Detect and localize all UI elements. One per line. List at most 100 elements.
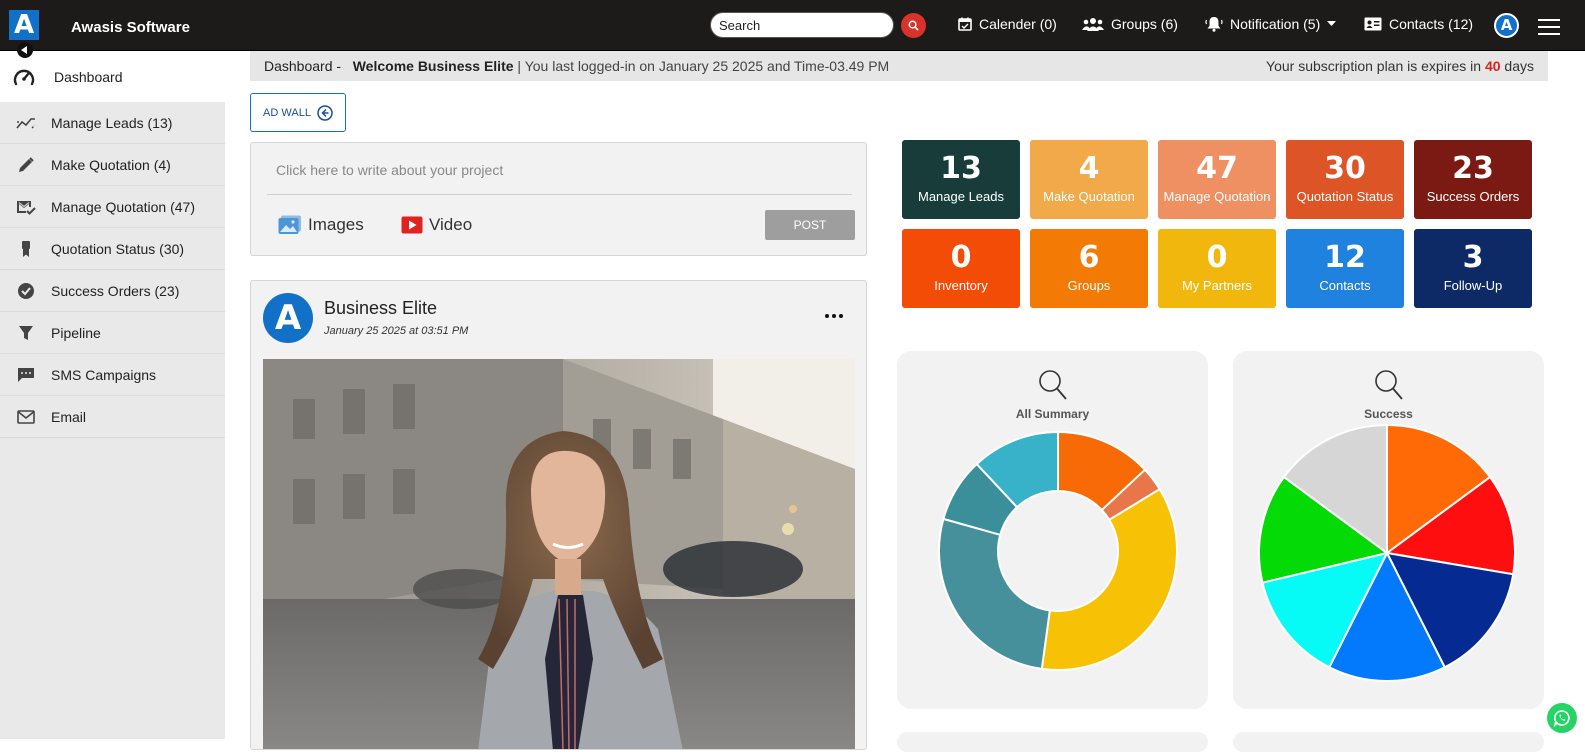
pie-slice[interactable]: [938, 517, 1051, 671]
search-input[interactable]: [719, 13, 889, 37]
tile-value: 0: [950, 240, 972, 275]
top-navbar: A Awasis Software Calender (0) Groups (6: [0, 0, 1585, 51]
search-icon: [908, 20, 919, 31]
sidebar: Dashboard Manage Leads (13) Make Quotati…: [0, 51, 225, 739]
tile-label: My Partners: [1181, 278, 1253, 293]
app-logo[interactable]: A: [9, 10, 39, 40]
tile-value: 30: [1324, 151, 1366, 186]
post-image[interactable]: [263, 359, 855, 749]
users-icon: [1082, 18, 1104, 31]
tile-label: Quotation Status: [1296, 189, 1394, 204]
check-circle-icon: [16, 281, 36, 301]
caret-down-icon: [1327, 21, 1337, 26]
add-images-button[interactable]: Images: [278, 215, 364, 235]
subscription-days: 40: [1484, 58, 1501, 74]
breadcrumb-section: Dashboard -: [264, 58, 342, 74]
tile-value: 47: [1196, 151, 1238, 186]
tile-manage-quotation[interactable]: 47 Manage Quotation: [1158, 140, 1276, 219]
user-avatar[interactable]: A: [1494, 13, 1519, 38]
ad-wall-label: AD WALL: [263, 106, 311, 119]
sidebar-item-manage-leads[interactable]: Manage Leads (13): [0, 102, 225, 144]
tile-label: Make Quotation: [1043, 189, 1135, 204]
nav-groups-label: Groups (6): [1111, 16, 1178, 32]
tile-follow-up[interactable]: 3 Follow-Up: [1414, 229, 1532, 308]
success-chart[interactable]: [1233, 351, 1544, 709]
post-button[interactable]: POST: [765, 210, 855, 240]
video-icon: [401, 216, 423, 234]
nav-notification[interactable]: Notification (5): [1205, 16, 1337, 32]
nav-calendar[interactable]: Calender (0): [958, 16, 1057, 32]
sidebar-item-pipeline[interactable]: Pipeline: [0, 312, 225, 354]
tile-contacts[interactable]: 12 Contacts: [1286, 229, 1404, 308]
tile-label: Manage Quotation: [1163, 189, 1271, 204]
video-label: Video: [429, 215, 473, 234]
tile-label: Follow-Up: [1443, 278, 1503, 293]
sidebar-item-label: Make Quotation (4): [51, 156, 171, 173]
sidebar-item-label: Quotation Status (30): [51, 240, 185, 257]
tile-groups[interactable]: 6 Groups: [1030, 229, 1148, 308]
ad-wall-button[interactable]: AD WALL: [250, 93, 346, 132]
tile-success-orders[interactable]: 23 Success Orders: [1414, 140, 1532, 219]
sidebar-item-label: Manage Leads (13): [51, 114, 173, 131]
sidebar-item-label: Email: [51, 408, 87, 425]
chat-icon: [16, 365, 36, 385]
nav-contacts-label: Contacts (12): [1389, 16, 1474, 32]
sidebar-item-label: Pipeline: [51, 324, 101, 341]
sidebar-item-label: SMS Campaigns: [51, 366, 157, 383]
tile-value: 23: [1452, 151, 1494, 186]
sidebar-item-label: Success Orders (23): [51, 282, 180, 299]
sidebar-item-manage-quotation[interactable]: Manage Quotation (47): [0, 186, 225, 228]
bell-icon: [1205, 17, 1223, 32]
tile-label: Manage Leads: [917, 189, 1004, 204]
calendar-icon: [958, 17, 972, 31]
images-icon: [278, 215, 301, 234]
tile-label: Success Orders: [1426, 189, 1520, 204]
sidebar-item-email[interactable]: Email: [0, 396, 225, 438]
nav-notification-label: Notification (5): [1230, 16, 1321, 32]
tile-value: 3: [1462, 240, 1484, 275]
post-date: January 25 2025 at 03:51 PM: [324, 325, 469, 337]
tile-value: 13: [940, 151, 982, 186]
sidebar-item-success-orders[interactable]: Success Orders (23): [0, 270, 225, 312]
pencil-icon: [16, 155, 36, 175]
sidebar-item-dashboard[interactable]: Dashboard: [0, 51, 225, 102]
sidebar-item-sms-campaigns[interactable]: SMS Campaigns: [0, 354, 225, 396]
award-icon: [16, 239, 36, 259]
envelope-icon: [16, 407, 36, 427]
whatsapp-chat-button[interactable]: [1547, 703, 1577, 733]
search-button[interactable]: [901, 13, 926, 38]
sidebar-item-label: Dashboard: [54, 68, 123, 85]
search-box: [710, 12, 894, 38]
tile-manage-leads[interactable]: 13 Manage Leads: [902, 140, 1020, 219]
tile-my-partners[interactable]: 0 My Partners: [1158, 229, 1276, 308]
subscription-prefix: Your subscription plan is expires in: [1266, 58, 1482, 74]
more-options-icon[interactable]: [825, 314, 843, 318]
last-login-text: | You last logged-in on January 25 2025 …: [517, 58, 890, 74]
feed-post: A Business Elite January 25 2025 at 03:5…: [250, 280, 867, 750]
add-video-button[interactable]: Video: [401, 215, 472, 235]
composer-input[interactable]: Click here to write about your project: [276, 162, 503, 178]
tile-quotation-status[interactable]: 30 Quotation Status: [1286, 140, 1404, 219]
sidebar-collapse-button[interactable]: [17, 42, 33, 58]
sidebar-item-make-quotation[interactable]: Make Quotation (4): [0, 144, 225, 186]
tile-value: 6: [1078, 240, 1100, 275]
tile-make-quotation[interactable]: 4 Make Quotation: [1030, 140, 1148, 219]
breadcrumb: Dashboard - Welcome Business Elite | You…: [250, 51, 1548, 81]
sidebar-item-quotation-status[interactable]: Quotation Status (30): [0, 228, 225, 270]
menu-icon[interactable]: [1538, 19, 1560, 35]
post-author-name[interactable]: Business Elite: [324, 298, 437, 319]
filter-icon: [16, 323, 36, 343]
sidebar-item-label: Manage Quotation (47): [51, 198, 195, 215]
tile-value: 4: [1078, 151, 1100, 186]
nav-contacts[interactable]: Contacts (12): [1364, 16, 1473, 32]
tile-inventory[interactable]: 0 Inventory: [902, 229, 1020, 308]
app-title: Awasis Software: [71, 19, 190, 36]
composer-divider: [267, 194, 852, 195]
subscription-notice: Your subscription plan is expires in 40 …: [1266, 51, 1534, 81]
post-author-avatar[interactable]: A: [263, 293, 313, 343]
nav-groups[interactable]: Groups (6): [1082, 16, 1178, 32]
images-label: Images: [308, 215, 364, 234]
next-card-edge: [1233, 732, 1544, 752]
all-summary-chart[interactable]: [897, 351, 1208, 709]
trend-icon: [16, 113, 36, 133]
